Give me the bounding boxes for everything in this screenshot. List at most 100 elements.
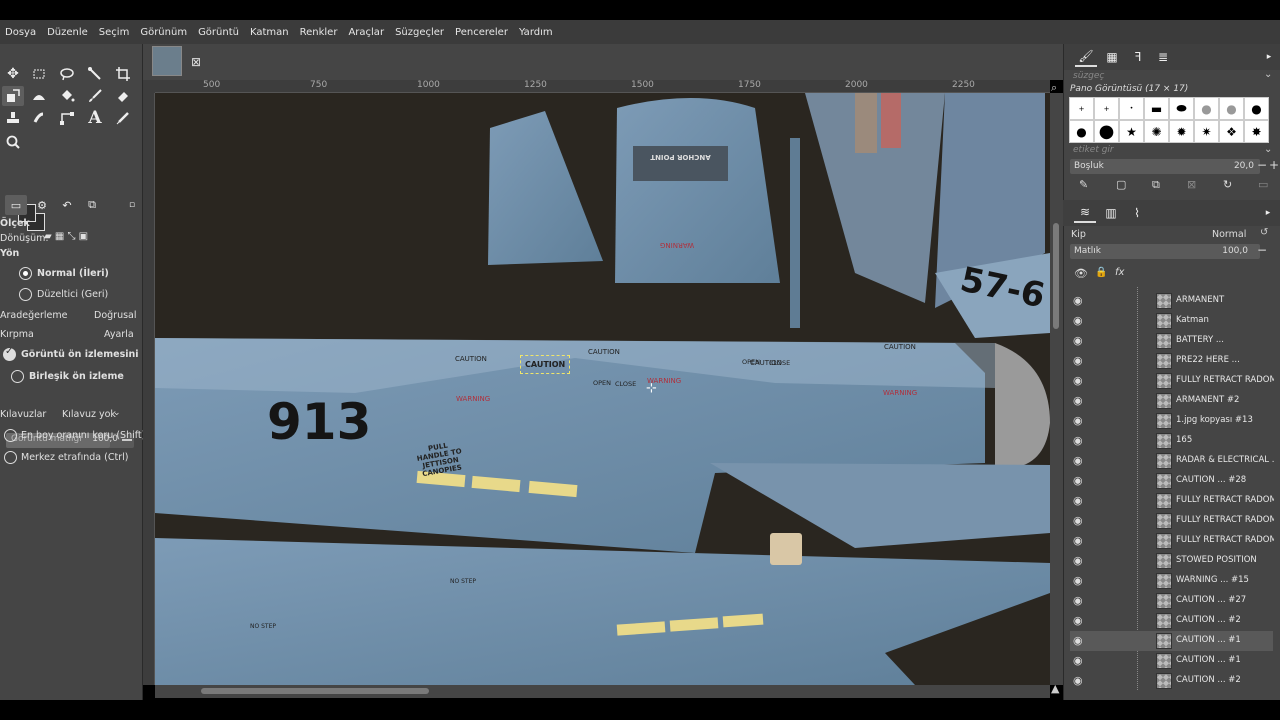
image-tab-thumbnail[interactable] xyxy=(152,46,182,76)
visibility-eye-icon[interactable]: ◉ xyxy=(1073,474,1087,488)
reset-mode-icon[interactable]: ↺ xyxy=(1260,227,1268,238)
visibility-eye-icon[interactable]: ◉ xyxy=(1073,374,1087,388)
navigate-icon[interactable]: ▲ xyxy=(1051,682,1059,695)
visibility-eye-icon[interactable]: ◉ xyxy=(1073,574,1087,588)
clipping-select[interactable]: Ayarla xyxy=(104,329,134,340)
duplicate-brush-icon[interactable]: ⧉ xyxy=(1152,178,1160,192)
tag-input[interactable]: etiket gir xyxy=(1073,145,1114,155)
minus-icon[interactable]: − xyxy=(1257,158,1267,172)
layer-row[interactable]: ◉ FULLY RETRACT RADOM xyxy=(1070,491,1274,511)
panel-menu-icon[interactable]: ▫ xyxy=(121,195,143,215)
layer-row[interactable]: ◉ FULLY RETRACT RADOM xyxy=(1070,511,1274,531)
visibility-eye-icon[interactable]: ◉ xyxy=(1073,334,1087,348)
visibility-eye-icon[interactable]: ◉ xyxy=(1073,674,1087,688)
panel-menu-icon[interactable]: ▸ xyxy=(1257,203,1279,223)
delete-brush-icon[interactable]: ⊠ xyxy=(1187,178,1196,191)
paintbrush-icon[interactable] xyxy=(84,86,106,106)
keep-aspect-checkbox[interactable] xyxy=(4,429,17,442)
smudge-icon[interactable] xyxy=(28,108,50,128)
interpolation-select[interactable]: Doğrusal xyxy=(94,310,137,321)
close-tab-icon[interactable]: ⊠ xyxy=(191,55,201,69)
visibility-eye-icon[interactable]: ◉ xyxy=(1073,294,1087,308)
visibility-eye-icon[interactable]: ◉ xyxy=(1073,354,1087,368)
horizontal-ruler[interactable]: 500 750 1000 1250 1500 1750 2000 2250 xyxy=(155,80,1050,93)
rect-select-icon[interactable] xyxy=(28,64,50,84)
plus-icon[interactable]: + xyxy=(1269,158,1279,172)
menu-item[interactable]: Düzenle xyxy=(47,27,88,38)
color-picker-icon[interactable] xyxy=(112,108,134,128)
layer-row[interactable]: ◉ STOWED POSITION xyxy=(1070,551,1273,571)
eye-icon[interactable]: 👁 xyxy=(1074,267,1088,280)
lasso-icon[interactable] xyxy=(56,64,78,84)
layer-row[interactable]: ◉ 165 xyxy=(1070,431,1273,451)
text-tool-icon[interactable]: A xyxy=(84,108,106,128)
undo-history-tab-icon[interactable]: ↶ xyxy=(56,195,78,215)
menu-item[interactable]: Yardım xyxy=(519,27,553,38)
show-preview-checkbox[interactable] xyxy=(3,346,16,361)
guides-select[interactable]: Kılavuz yok xyxy=(62,409,116,420)
visibility-eye-icon[interactable]: ◉ xyxy=(1073,414,1087,428)
minus-icon[interactable]: − xyxy=(1257,243,1267,257)
visibility-eye-icon[interactable]: ◉ xyxy=(1073,514,1087,528)
layer-row[interactable]: ◉ 1.jpg kopyası #13 xyxy=(1070,411,1273,431)
lock-icon[interactable]: 🔒 xyxy=(1095,267,1107,278)
fuzzy-select-icon[interactable] xyxy=(84,64,106,84)
edit-brush-icon[interactable]: ✎ xyxy=(1079,178,1088,191)
menu-item[interactable]: Seçim xyxy=(99,27,130,38)
vertical-ruler[interactable] xyxy=(143,93,155,685)
menu-item[interactable]: Araçlar xyxy=(348,27,384,38)
layer-row[interactable]: ◉ CAUTION ... #1 xyxy=(1070,651,1273,671)
layer-row[interactable]: ◉ PRE22 HERE ... xyxy=(1070,351,1273,371)
visibility-eye-icon[interactable]: ◉ xyxy=(1073,554,1087,568)
vertical-scrollbar[interactable] xyxy=(1050,93,1063,685)
layer-row[interactable]: ◉ CAUTION ... #27 xyxy=(1070,591,1273,611)
caution-label-selected[interactable]: CAUTION xyxy=(519,355,571,374)
channels-tab-icon[interactable]: ▥ xyxy=(1100,203,1122,223)
layer-row[interactable]: ◉ RADAR & ELECTRICAL ... xyxy=(1070,451,1274,471)
menu-item[interactable]: Görünüm xyxy=(140,27,187,38)
brush-grid[interactable]: + + • ▬ ⬬ ● ● ● ● ● ★ ✺ ✹ ✷ ❖ ✸ xyxy=(1069,97,1269,143)
layer-opacity-slider[interactable]: Matlık 100,0 xyxy=(1070,244,1260,259)
zoom-icon[interactable] xyxy=(2,132,24,152)
direction-corrective-radio[interactable] xyxy=(19,288,32,301)
images-tab-icon[interactable]: ⧉ xyxy=(81,195,103,215)
transform-mode-icons[interactable]: ▰ ▦ ⤡ ▣ xyxy=(44,231,88,242)
horizontal-scrollbar[interactable] xyxy=(155,685,1050,698)
new-brush-icon[interactable]: ▢ xyxy=(1116,178,1126,191)
composited-preview-checkbox[interactable] xyxy=(11,370,24,383)
visibility-eye-icon[interactable]: ◉ xyxy=(1073,434,1087,448)
clone-stamp-icon[interactable] xyxy=(2,108,24,128)
layer-row[interactable]: ◉ ARMANENT #2 xyxy=(1070,391,1273,411)
mode-select[interactable]: Normal xyxy=(1212,229,1246,240)
direction-normal-radio[interactable] xyxy=(19,267,32,280)
spacing-slider[interactable]: Boşluk 20,0 xyxy=(1070,159,1260,174)
visibility-eye-icon[interactable]: ◉ xyxy=(1073,534,1087,548)
layers-tab-icon[interactable]: ≋ xyxy=(1074,203,1096,223)
visibility-eye-icon[interactable]: ◉ xyxy=(1073,394,1087,408)
zoom-canvas-icon[interactable]: ⌕ xyxy=(1051,81,1057,95)
layer-row[interactable]: ◉ WARNING ... #15 xyxy=(1070,571,1273,591)
paths-tab-icon[interactable]: ⌇ xyxy=(1126,203,1148,223)
menu-item[interactable]: Dosya xyxy=(5,27,36,38)
menu-item[interactable]: Katman xyxy=(250,27,289,38)
around-center-checkbox[interactable] xyxy=(4,451,17,464)
visibility-eye-icon[interactable]: ◉ xyxy=(1073,614,1087,628)
visibility-eye-icon[interactable]: ◉ xyxy=(1073,314,1087,328)
crop-icon[interactable] xyxy=(112,64,134,84)
image-canvas[interactable]: 913 57-6 CAUTION CAUTION CAUTION CAUTION… xyxy=(155,93,1050,685)
visibility-eye-icon[interactable]: ◉ xyxy=(1073,634,1087,648)
eraser-icon[interactable] xyxy=(112,86,134,106)
refresh-brushes-icon[interactable]: ↻ xyxy=(1223,178,1232,191)
layer-row[interactable]: ◉ ARMANENT xyxy=(1070,291,1273,311)
layer-row[interactable]: ◉ Katman xyxy=(1070,311,1273,331)
menu-item[interactable]: Renkler xyxy=(300,27,338,38)
layer-row[interactable]: ◉ CAUTION ... #2 xyxy=(1070,671,1273,691)
menu-item[interactable]: Görüntü xyxy=(198,27,239,38)
fx-icon[interactable]: fx xyxy=(1115,267,1124,278)
layer-row[interactable]: ◉ CAUTION ... #2 xyxy=(1070,611,1273,631)
visibility-eye-icon[interactable]: ◉ xyxy=(1073,654,1087,668)
visibility-eye-icon[interactable]: ◉ xyxy=(1073,494,1087,508)
menu-item[interactable]: Pencereler xyxy=(455,27,508,38)
layer-row[interactable]: ◉ CAUTION ... #28 xyxy=(1070,471,1273,491)
scale-tool-icon[interactable] xyxy=(2,86,24,106)
